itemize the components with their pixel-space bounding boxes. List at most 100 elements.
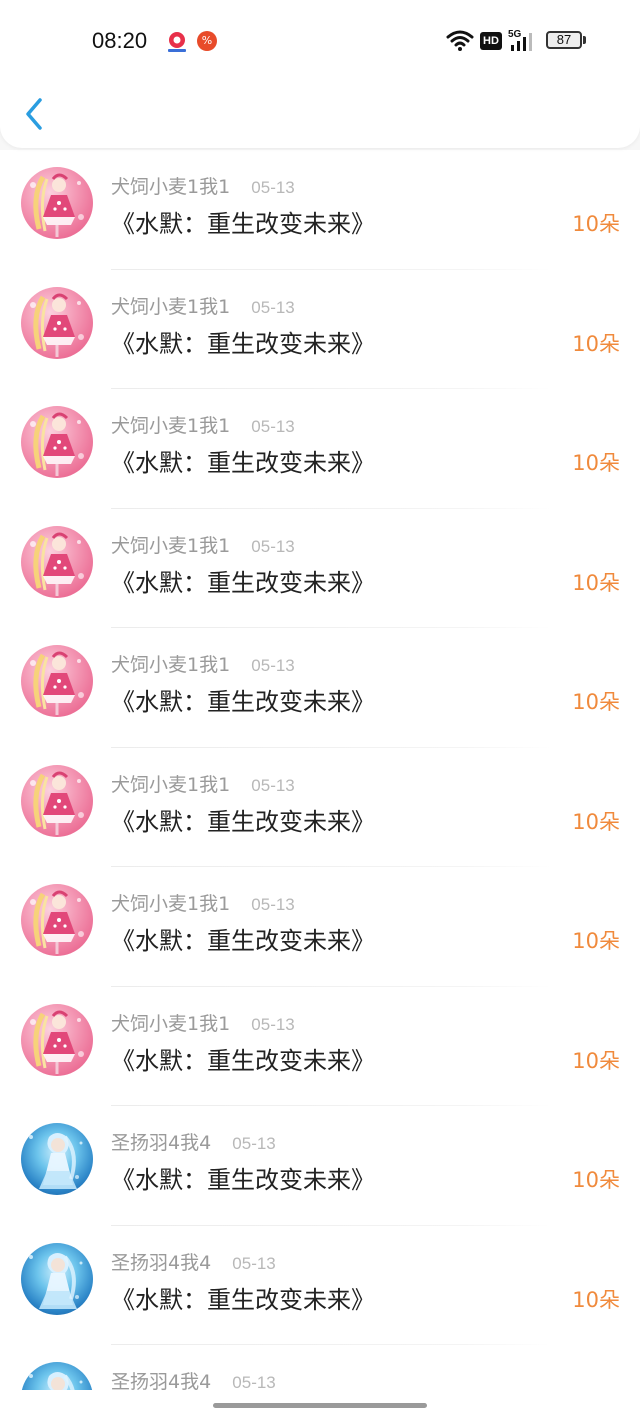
book-title: 《水默：重生改变未来》 (111, 210, 375, 238)
username: 犬饲小麦1我1 (111, 295, 231, 318)
gift-amount: 10朵 (572, 1048, 620, 1073)
book-title: 《水默：重生改变未来》 (111, 449, 375, 477)
avatar[interactable] (21, 1123, 93, 1195)
avatar[interactable] (21, 525, 93, 598)
network-gen-label: 5G (508, 29, 522, 40)
name-line: 犬饲小麦1我1 05-13 (111, 411, 295, 437)
pink-anime-girl-avatar-icon (30, 890, 84, 954)
gift-amount: 10朵 (572, 1287, 620, 1312)
battery-tip (583, 36, 586, 44)
name-line: 犬饲小麦1我1 05-13 (111, 172, 295, 198)
name-line: 圣扬羽4我4 05-13 (111, 1128, 276, 1154)
record-date: 05-13 (232, 1373, 276, 1390)
name-line: 犬饲小麦1我1 05-13 (111, 292, 295, 318)
pink-anime-girl-avatar-icon (30, 412, 84, 476)
pink-anime-girl-avatar-icon (30, 1010, 84, 1074)
status-time: 08:20 (92, 28, 148, 53)
gift-amount: 10朵 (572, 690, 620, 714)
book-title: 《水默：重生改变未来》 (111, 1285, 375, 1314)
status-bar: 08:20 % HD 5G 87 (0, 22, 640, 62)
username: 犬饲小麦1我1 (111, 534, 231, 557)
list-item-8[interactable]: 犬饲小麦1我1 05-13 《水默：重生改变未来》 10朵 (0, 986, 640, 1106)
back-chevron-icon (26, 98, 42, 130)
record-date: 05-13 (251, 536, 295, 556)
gift-amount: 10朵 (572, 331, 620, 356)
record-date: 05-13 (232, 1134, 276, 1153)
record-date: 05-13 (251, 656, 295, 675)
blue-anime-girl-avatar-icon (29, 1133, 83, 1189)
pink-anime-girl-avatar-icon (30, 771, 84, 835)
list-item-1[interactable]: 犬饲小麦1我1 05-13 《水默：重生改变未来》 10朵 (0, 150, 640, 270)
pink-anime-girl-avatar-icon (30, 173, 84, 237)
pink-anime-girl-avatar-icon (30, 532, 84, 596)
avatar[interactable] (21, 406, 93, 478)
hd-badge: HD (480, 32, 502, 50)
gift-amount: 10朵 (572, 1168, 620, 1192)
name-line: 犬饲小麦1我1 05-13 (111, 650, 295, 676)
book-title: 《水默：重生改变未来》 (111, 568, 375, 597)
list-item-7[interactable]: 犬饲小麦1我1 05-13 《水默：重生改变未来》 10朵 (0, 867, 640, 987)
username: 犬饲小麦1我1 (111, 893, 231, 915)
username: 圣扬羽4我4 (111, 1371, 212, 1390)
avatar[interactable] (21, 1362, 93, 1390)
record-date: 05-13 (251, 297, 295, 317)
record-date: 05-13 (251, 1014, 295, 1034)
list-item-11[interactable]: 圣扬羽4我4 05-13 (0, 1345, 640, 1390)
username: 犬饲小麦1我1 (111, 176, 231, 198)
blue-anime-girl-avatar-icon (29, 1372, 83, 1390)
list-item-2[interactable]: 犬饲小麦1我1 05-13 《水默：重生改变未来》 10朵 (0, 269, 640, 389)
avatar[interactable] (21, 286, 93, 359)
gift-amount: 10朵 (572, 212, 620, 236)
home-indicator[interactable] (213, 1403, 427, 1408)
blue-anime-girl-avatar-icon (29, 1252, 83, 1309)
promo-app-icon: % (197, 31, 217, 51)
signal-icon: 5G (508, 27, 540, 53)
battery-icon: 87 (546, 31, 582, 49)
username: 圣扬羽4我4 (111, 1251, 212, 1274)
avatar[interactable] (21, 884, 93, 956)
name-line: 犬饲小麦1我1 05-13 (111, 889, 295, 915)
username: 犬饲小麦1我1 (111, 1012, 231, 1035)
name-line: 犬饲小麦1我1 05-13 (111, 1009, 295, 1035)
map-app-icon (165, 30, 189, 54)
wifi-icon (446, 29, 474, 53)
username: 犬饲小麦1我1 (111, 654, 231, 676)
record-date: 05-13 (251, 417, 295, 436)
list-item-4[interactable]: 犬饲小麦1我1 05-13 《水默：重生改变未来》 10朵 (0, 508, 640, 628)
name-line: 犬饲小麦1我1 05-13 (111, 531, 295, 557)
book-title: 《水默：重生改变未来》 (111, 807, 375, 836)
pink-anime-girl-avatar-icon (30, 651, 84, 715)
avatar[interactable] (21, 167, 93, 239)
avatar[interactable] (21, 1242, 93, 1315)
gift-amount: 10朵 (572, 929, 620, 953)
book-title: 《水默：重生改变未来》 (111, 1046, 375, 1075)
list-item-9[interactable]: 圣扬羽4我4 05-13 《水默：重生改变未来》 10朵 (0, 1106, 640, 1226)
book-title: 《水默：重生改变未来》 (111, 927, 375, 955)
gift-amount: 10朵 (572, 809, 620, 834)
gift-amount: 10朵 (572, 570, 620, 595)
record-date: 05-13 (251, 178, 295, 197)
username: 犬饲小麦1我1 (111, 773, 231, 796)
username: 圣扬羽4我4 (111, 1132, 212, 1154)
avatar[interactable] (21, 764, 93, 837)
record-date: 05-13 (251, 775, 295, 795)
avatar[interactable] (21, 645, 93, 717)
list-item-5[interactable]: 犬饲小麦1我1 05-13 《水默：重生改变未来》 10朵 (0, 628, 640, 748)
name-line: 犬饲小麦1我1 05-13 (111, 770, 295, 796)
avatar[interactable] (21, 1003, 93, 1076)
list-item-6[interactable]: 犬饲小麦1我1 05-13 《水默：重生改变未来》 10朵 (0, 747, 640, 867)
username: 犬饲小麦1我1 (111, 415, 231, 437)
list-item-3[interactable]: 犬饲小麦1我1 05-13 《水默：重生改变未来》 10朵 (0, 389, 640, 509)
pink-anime-girl-avatar-icon (30, 293, 84, 357)
list-item-10[interactable]: 圣扬羽4我4 05-13 《水默：重生改变未来》 10朵 (0, 1225, 640, 1345)
name-line: 圣扬羽4我4 05-13 (111, 1248, 276, 1274)
book-title: 《水默：重生改变未来》 (111, 329, 375, 358)
name-line: 圣扬羽4我4 05-13 (111, 1367, 276, 1390)
gift-amount: 10朵 (572, 451, 620, 475)
book-title: 《水默：重生改变未来》 (111, 1166, 375, 1194)
gift-record-list: 犬饲小麦1我1 05-13 《水默：重生改变未来》 10朵 犬饲小麦1我1 05… (0, 150, 640, 1390)
top-header: 08:20 % HD 5G 87 (0, 0, 640, 148)
book-title: 《水默：重生改变未来》 (111, 688, 375, 716)
record-date: 05-13 (232, 1253, 276, 1273)
back-button[interactable] (18, 92, 54, 136)
